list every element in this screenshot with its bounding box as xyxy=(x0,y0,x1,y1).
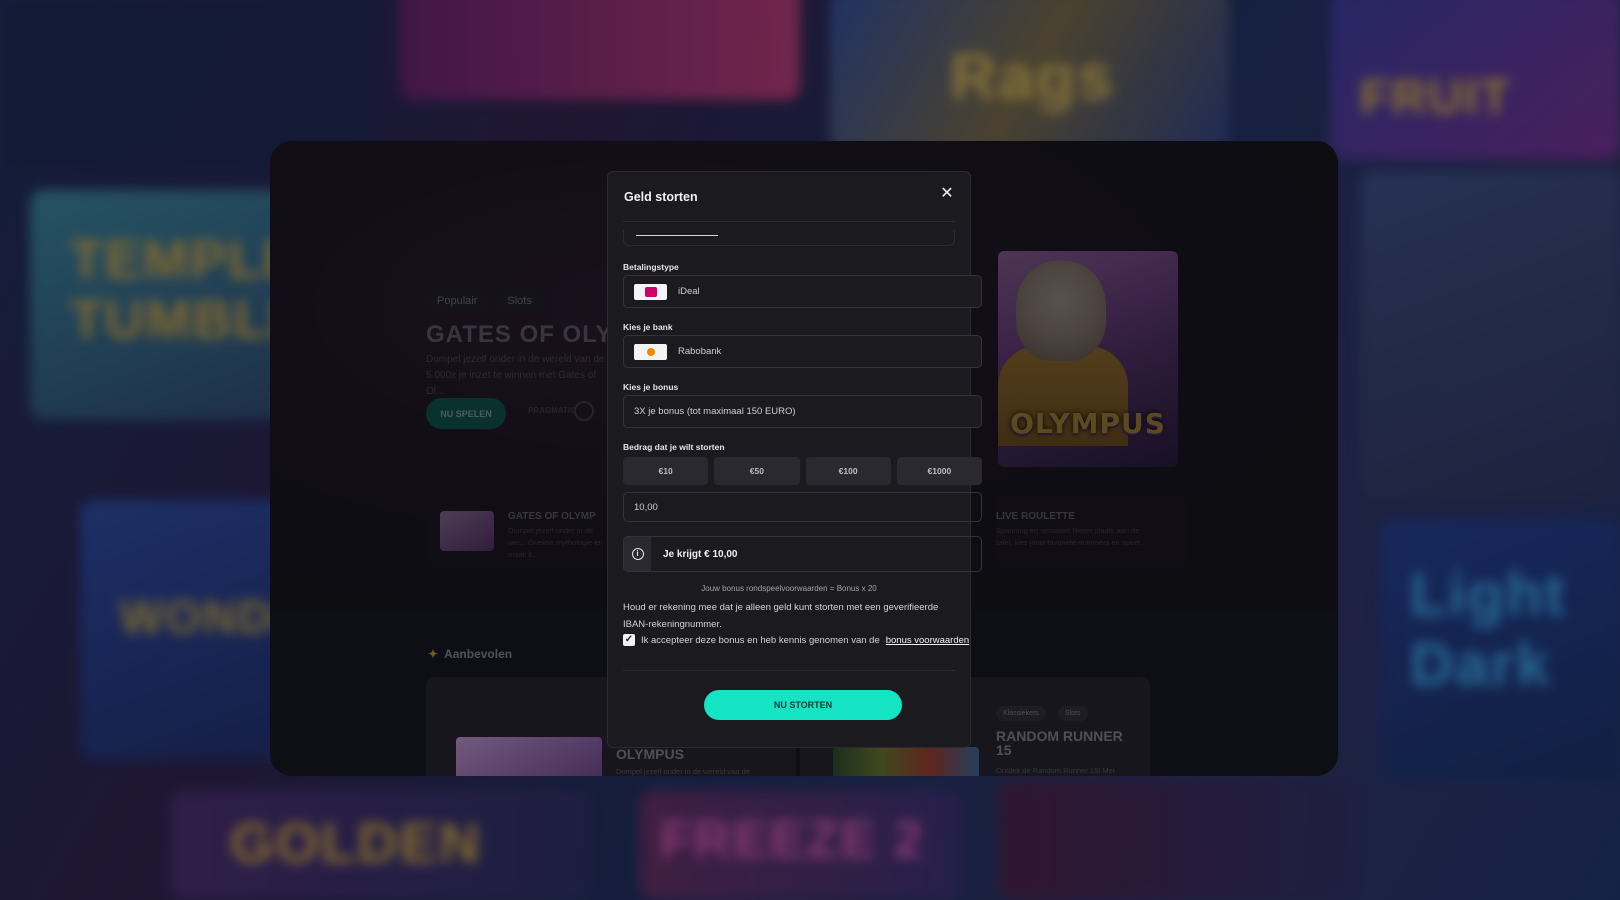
payment-type-label: Betalingstype xyxy=(623,262,679,272)
iban-note: Houd er rekening mee dat je alleen geld … xyxy=(623,602,939,630)
deposit-modal: Geld storten ✕ Betalingstype iDeal Kies … xyxy=(607,171,982,748)
bonus-terms-link[interactable]: bonus voorwaarden xyxy=(886,635,969,646)
bank-value: Rabobank xyxy=(678,346,722,357)
amount-label: Bedrag dat je wilt storten xyxy=(623,442,725,452)
accept-text: Ik accepteer deze bonus en heb kennis ge… xyxy=(641,634,880,646)
bonus-value: 3X je bonus (tot maximaal 150 EURO) xyxy=(634,406,796,417)
footer-divider xyxy=(623,670,955,671)
amount-option-10[interactable]: €10 xyxy=(623,457,709,485)
receive-amount: Je krijgt € 10,00 xyxy=(663,548,738,560)
deposit-submit-button[interactable]: NU STORTEN xyxy=(704,690,902,720)
accept-bonus-row: ✓ Ik accepteer deze bonus en heb kennis … xyxy=(623,634,969,646)
close-icon[interactable]: ✕ xyxy=(938,185,956,203)
payment-type-select[interactable]: iDeal xyxy=(623,275,982,308)
payment-type-value: iDeal xyxy=(678,286,700,297)
amount-option-50[interactable]: €50 xyxy=(714,457,800,485)
step-progress-line xyxy=(636,235,718,236)
amount-option-100[interactable]: €100 xyxy=(805,457,891,485)
bank-select[interactable]: Rabobank xyxy=(623,335,982,368)
info-icon-cell: i xyxy=(624,537,651,571)
bonus-label: Kies je bonus xyxy=(623,382,679,392)
header-divider xyxy=(623,221,955,222)
accept-checkbox[interactable]: ✓ xyxy=(623,634,635,646)
step-progress xyxy=(623,230,955,246)
rabobank-icon xyxy=(634,343,667,360)
amount-options: €10 €50 €100 €1000 xyxy=(623,457,982,485)
ideal-icon xyxy=(634,283,667,300)
modal-title: Geld storten xyxy=(624,190,698,204)
amount-input[interactable]: 10,00 xyxy=(623,492,982,522)
receive-summary: i Je krijgt € 10,00 xyxy=(623,536,982,572)
info-icon: i xyxy=(631,548,644,560)
wager-note: Jouw bonus rondspeelvoorwaarden = Bonus … xyxy=(701,584,877,593)
amount-option-1000[interactable]: €1000 xyxy=(896,457,982,485)
bank-label: Kies je bank xyxy=(623,322,673,332)
bonus-select[interactable]: 3X je bonus (tot maximaal 150 EURO) xyxy=(623,395,982,428)
